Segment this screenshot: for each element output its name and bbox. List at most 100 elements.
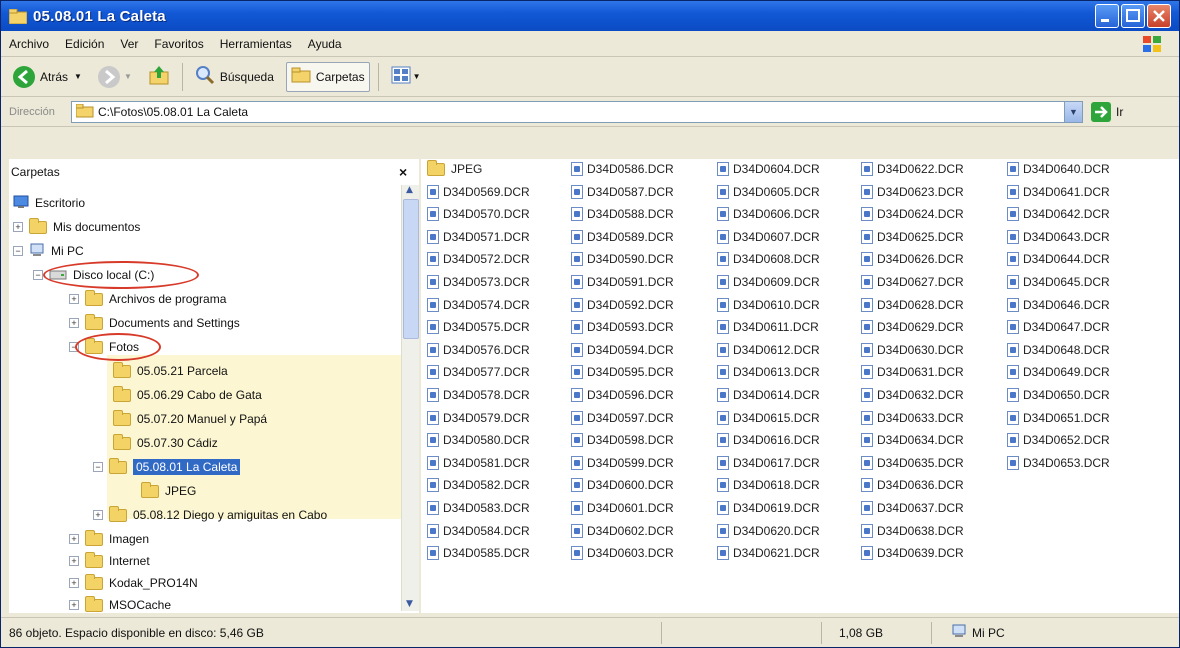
file-item[interactable]: D34D0610.DCR	[717, 295, 820, 315]
tree-item-escritorio[interactable]: Escritorio	[13, 193, 85, 213]
file-item[interactable]: D34D0594.DCR	[571, 340, 674, 360]
file-item[interactable]: D34D0603.DCR	[571, 543, 674, 563]
file-item[interactable]: D34D0637.DCR	[861, 498, 964, 518]
file-item[interactable]: D34D0590.DCR	[571, 249, 674, 269]
file-item[interactable]: D34D0588.DCR	[571, 204, 674, 224]
file-item[interactable]: D34D0575.DCR	[427, 317, 530, 337]
file-item[interactable]: D34D0652.DCR	[1007, 430, 1110, 450]
file-item[interactable]: D34D0599.DCR	[571, 453, 674, 473]
search-button[interactable]: Búsqueda	[191, 62, 278, 92]
menu-ver[interactable]: Ver	[112, 37, 146, 51]
file-item[interactable]: D34D0601.DCR	[571, 498, 674, 518]
menu-edicion[interactable]: Edición	[57, 37, 112, 51]
file-item[interactable]: D34D0572.DCR	[427, 249, 530, 269]
file-item[interactable]: D34D0648.DCR	[1007, 340, 1110, 360]
file-item[interactable]: D34D0586.DCR	[571, 159, 674, 179]
tree-item-diego-y-amiguitas[interactable]: + 05.08.12 Diego y amiguitas en Cabo	[93, 505, 327, 525]
file-item[interactable]: D34D0587.DCR	[571, 182, 674, 202]
expand-plus-icon[interactable]: +	[69, 578, 79, 588]
up-folder-button[interactable]	[144, 62, 174, 92]
file-item[interactable]: D34D0625.DCR	[861, 227, 964, 247]
file-item[interactable]: D34D0581.DCR	[427, 453, 530, 473]
file-item[interactable]: D34D0650.DCR	[1007, 385, 1110, 405]
file-item[interactable]: D34D0617.DCR	[717, 453, 820, 473]
tree-item-mis-documentos[interactable]: + Mis documentos	[13, 217, 140, 237]
file-item[interactable]: D34D0605.DCR	[717, 182, 820, 202]
tree-item-cabo-de-gata[interactable]: 05.06.29 Cabo de Gata	[113, 385, 262, 405]
file-item[interactable]: D34D0622.DCR	[861, 159, 964, 179]
tree-item-mi-pc[interactable]: − Mi PC	[13, 241, 84, 261]
file-item[interactable]: D34D0569.DCR	[427, 182, 530, 202]
file-item[interactable]: D34D0579.DCR	[427, 408, 530, 428]
tree-item-jpeg[interactable]: JPEG	[141, 481, 196, 501]
file-item[interactable]: D34D0570.DCR	[427, 204, 530, 224]
file-item[interactable]: D34D0634.DCR	[861, 430, 964, 450]
file-item[interactable]: D34D0573.DCR	[427, 272, 530, 292]
file-item[interactable]: D34D0608.DCR	[717, 249, 820, 269]
tree-item-kodak[interactable]: + Kodak_PRO14N	[69, 573, 198, 593]
chevron-down-icon[interactable]: ▼	[74, 72, 82, 81]
file-item[interactable]: D34D0629.DCR	[861, 317, 964, 337]
menu-favoritos[interactable]: Favoritos	[146, 37, 211, 51]
file-item[interactable]: D34D0630.DCR	[861, 340, 964, 360]
address-dropdown-button[interactable]: ▼	[1064, 102, 1082, 122]
collapse-minus-icon[interactable]: −	[33, 270, 43, 280]
file-item[interactable]: D34D0607.DCR	[717, 227, 820, 247]
expand-plus-icon[interactable]: +	[93, 510, 103, 520]
file-item[interactable]: D34D0643.DCR	[1007, 227, 1110, 247]
file-item[interactable]: D34D0591.DCR	[571, 272, 674, 292]
menu-ayuda[interactable]: Ayuda	[300, 37, 350, 51]
address-field[interactable]: C:\Fotos\05.08.01 La Caleta ▼	[71, 101, 1083, 123]
collapse-minus-icon[interactable]: −	[13, 246, 23, 256]
file-item[interactable]: D34D0645.DCR	[1007, 272, 1110, 292]
file-item[interactable]: D34D0600.DCR	[571, 475, 674, 495]
file-item[interactable]: D34D0580.DCR	[427, 430, 530, 450]
tree-item-manuel-y-papa[interactable]: 05.07.20 Manuel y Papá	[113, 409, 267, 429]
menu-herramientas[interactable]: Herramientas	[212, 37, 300, 51]
file-item[interactable]: D34D0571.DCR	[427, 227, 530, 247]
file-item[interactable]: D34D0624.DCR	[861, 204, 964, 224]
collapse-minus-icon[interactable]: −	[93, 462, 103, 472]
expand-plus-icon[interactable]: +	[69, 556, 79, 566]
tree-item-cadiz[interactable]: 05.07.30 Cádiz	[113, 433, 218, 453]
file-item[interactable]: D34D0647.DCR	[1007, 317, 1110, 337]
file-item[interactable]: D34D0627.DCR	[861, 272, 964, 292]
file-item[interactable]: D34D0651.DCR	[1007, 408, 1110, 428]
expand-plus-icon[interactable]: +	[69, 534, 79, 544]
file-item[interactable]: D34D0638.DCR	[861, 521, 964, 541]
file-item[interactable]: D34D0646.DCR	[1007, 295, 1110, 315]
file-item[interactable]: D34D0584.DCR	[427, 521, 530, 541]
file-item[interactable]: D34D0582.DCR	[427, 475, 530, 495]
folders-button[interactable]: Carpetas	[285, 61, 370, 92]
file-item[interactable]: D34D0592.DCR	[571, 295, 674, 315]
file-item[interactable]: D34D0626.DCR	[861, 249, 964, 269]
views-button[interactable]: ▼	[387, 62, 425, 92]
file-item[interactable]: D34D0597.DCR	[571, 408, 674, 428]
file-item[interactable]: D34D0628.DCR	[861, 295, 964, 315]
file-item[interactable]: D34D0598.DCR	[571, 430, 674, 450]
file-item[interactable]: D34D0636.DCR	[861, 475, 964, 495]
file-item[interactable]: D34D0602.DCR	[571, 521, 674, 541]
file-item[interactable]: D34D0612.DCR	[717, 340, 820, 360]
file-item[interactable]: D34D0641.DCR	[1007, 182, 1110, 202]
tree-item-archivos-de-programa[interactable]: + Archivos de programa	[69, 289, 226, 309]
title-bar[interactable]: 05.08.01 La Caleta	[1, 1, 1179, 31]
tree-scrollbar[interactable]: ▲ ▼	[401, 185, 419, 611]
tree-item-documents-and-settings[interactable]: + Documents and Settings	[69, 313, 240, 333]
expand-plus-icon[interactable]: +	[69, 318, 79, 328]
tree-item-imagen[interactable]: + Imagen	[69, 529, 149, 549]
file-item[interactable]: D34D0609.DCR	[717, 272, 820, 292]
file-item[interactable]: D34D0611.DCR	[717, 317, 819, 337]
tree-item-la-caleta[interactable]: − 05.08.01 La Caleta	[93, 457, 241, 477]
file-item[interactable]: D34D0578.DCR	[427, 385, 530, 405]
go-button[interactable]: Ir	[1091, 102, 1123, 122]
forward-button[interactable]: ▼	[94, 62, 136, 92]
expand-plus-icon[interactable]: +	[69, 600, 79, 610]
file-item[interactable]: D34D0618.DCR	[717, 475, 820, 495]
expand-plus-icon[interactable]: +	[13, 222, 23, 232]
file-item[interactable]: D34D0640.DCR	[1007, 159, 1110, 179]
file-item[interactable]: D34D0653.DCR	[1007, 453, 1110, 473]
file-item[interactable]: D34D0623.DCR	[861, 182, 964, 202]
file-item[interactable]: D34D0589.DCR	[571, 227, 674, 247]
tree-item-internet[interactable]: + Internet	[69, 551, 150, 571]
